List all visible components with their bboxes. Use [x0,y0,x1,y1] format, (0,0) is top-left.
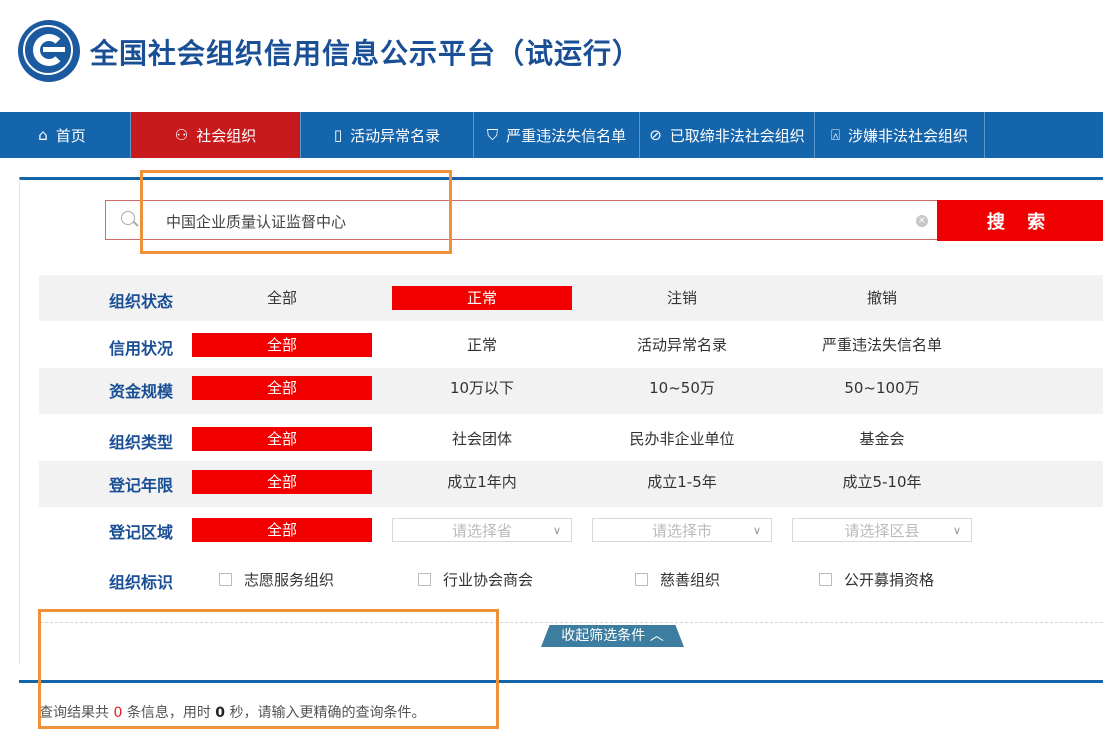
capital-option-10-50w[interactable]: 10~50万 [592,376,772,400]
collapse-filters-button[interactable]: 收起筛选条件 ︿ [541,625,684,647]
filter-label-tags: 组织标识 [109,573,174,592]
main-nav: ⌂ 首页 ⚇ 社会组织 ▯ 活动异常名录 ⛉ 严重违法失信名单 ⊘ 已取缔非法社会组织 ⍓… [0,112,1103,158]
filter-row-type: 组织类型 全部 社会团体 民办非企业单位 基金会 [39,415,1103,461]
status-option-revoked[interactable]: 撤销 [792,286,972,310]
annotation-highlight-search [140,170,452,254]
years-option-all[interactable]: 全部 [192,470,372,494]
status-option-normal[interactable]: 正常 [392,286,572,310]
checkbox-icon [219,573,232,586]
search-icon [121,211,135,225]
credit-option-normal[interactable]: 正常 [392,333,572,357]
type-option-foundation[interactable]: 基金会 [792,427,972,451]
checkbox-icon [635,573,648,586]
nav-item-blacklist[interactable]: ⛉ 严重违法失信名单 [474,112,640,158]
years-option-under-1[interactable]: 成立1年内 [392,470,572,494]
type-option-private-nonenterprise[interactable]: 民办非企业单位 [592,427,772,451]
type-option-all[interactable]: 全部 [192,427,372,451]
tag-industry-assoc-checkbox[interactable]: 行业协会商会 [418,569,533,590]
years-option-1-5[interactable]: 成立1-5年 [592,470,772,494]
annotation-highlight-result [38,609,499,729]
site-title: 全国社会组织信用信息公示平台（试运行） [90,37,642,70]
nav-item-abnormal-list[interactable]: ▯ 活动异常名录 [301,112,474,158]
region-option-all[interactable]: 全部 [192,518,372,542]
credit-option-all[interactable]: 全部 [192,333,372,357]
search-button[interactable]: 搜 索 [937,200,1103,241]
chevron-down-icon: ∨ [952,524,961,537]
capital-option-under-10w[interactable]: 10万以下 [392,376,572,400]
credit-option-blacklist[interactable]: 严重违法失信名单 [792,333,972,357]
capital-option-all[interactable]: 全部 [192,376,372,400]
home-icon: ⌂ [38,125,48,144]
type-option-social-group[interactable]: 社会团体 [392,427,572,451]
site-header: 全国社会组织信用信息公示平台（试运行） [0,0,1103,112]
nav-item-suspected-illegal[interactable]: ⍓ 涉嫌非法社会组织 [815,112,985,158]
years-option-5-10[interactable]: 成立5-10年 [792,470,972,494]
nav-item-social-org[interactable]: ⚇ 社会组织 [131,112,301,158]
capital-option-50-100w[interactable]: 50~100万 [792,376,972,400]
filter-row-tags: 组织标识 志愿服务组织 行业协会商会 慈善组织 公开募捐资格 [39,558,1103,602]
credit-option-abnormal[interactable]: 活动异常名录 [592,333,772,357]
status-option-cancelled[interactable]: 注销 [592,286,772,310]
clear-icon[interactable]: × [916,215,928,227]
filter-row-status: 组织状态 全部 正常 注销 撤销 [39,275,1103,321]
site-logo-icon [18,20,80,82]
filter-row-years: 登记年限 全部 成立1年内 成立1-5年 成立5-10年 [39,461,1103,507]
province-select[interactable]: 请选择省 ∨ [392,518,572,542]
clipboard-icon: ▯ [333,125,343,144]
nav-item-banned-orgs[interactable]: ⊘ 已取缔非法社会组织 [640,112,815,158]
tag-charity-checkbox[interactable]: 慈善组织 [635,569,720,590]
ban-icon: ⊘ [649,125,662,144]
org-tree-icon: ⚇ [174,125,189,144]
county-select[interactable]: 请选择区县 ∨ [792,518,972,542]
filter-row-capital: 资金规模 全部 10万以下 10~50万 50~100万 [39,368,1103,414]
filter-row-credit: 信用状况 全部 正常 活动异常名录 严重违法失信名单 [39,322,1103,368]
nav-item-home[interactable]: ⌂ 首页 [0,112,131,158]
tag-volunteer-checkbox[interactable]: 志愿服务组织 [219,569,334,590]
chevron-up-icon: ︿ [649,628,664,644]
checkbox-icon [418,573,431,586]
tag-public-fundraising-checkbox[interactable]: 公开募捐资格 [819,569,934,590]
alarm-icon: ⍓ [830,125,840,144]
checkbox-icon [819,573,832,586]
filter-row-region: 登记区域 全部 请选择省 ∨ 请选择市 ∨ 请选择区县 ∨ [39,508,1103,554]
status-option-all[interactable]: 全部 [192,286,372,310]
shield-alert-icon: ⛉ [486,125,499,144]
chevron-down-icon: ∨ [552,524,561,537]
city-select[interactable]: 请选择市 ∨ [592,518,772,542]
chevron-down-icon: ∨ [752,524,761,537]
